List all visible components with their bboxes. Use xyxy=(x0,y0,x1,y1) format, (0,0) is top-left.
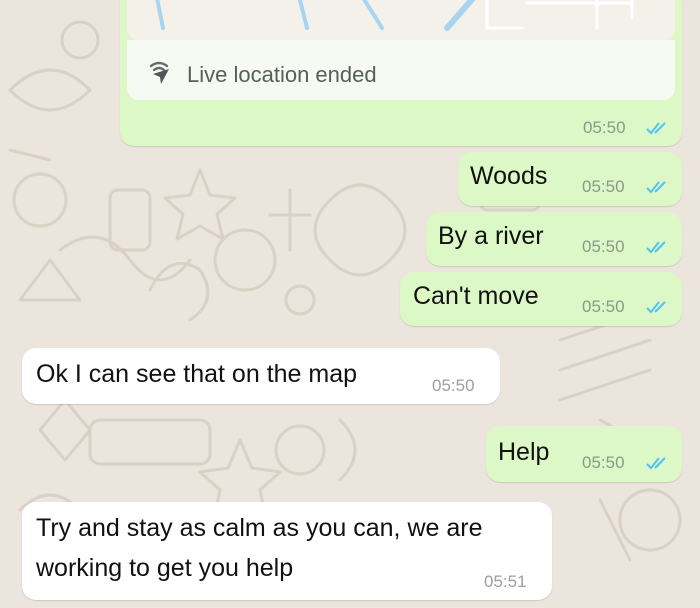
message-time: 05:50 xyxy=(582,453,625,472)
double-check-icon xyxy=(646,301,666,314)
message-time: 05:51 xyxy=(484,572,527,591)
message-text: Ok I can see that on the map xyxy=(36,360,358,388)
message-time: 05:50 xyxy=(432,376,475,395)
outgoing-message[interactable]: By a river 05:50 xyxy=(426,212,682,266)
map-roads xyxy=(155,0,634,31)
live-location-status: Live location ended xyxy=(187,62,377,87)
incoming-message[interactable]: Try and stay as calm as you can, we are … xyxy=(22,502,552,600)
double-check-icon xyxy=(646,181,666,194)
double-check-icon xyxy=(646,457,666,470)
double-check-icon xyxy=(646,122,666,135)
outgoing-message[interactable]: Help 05:50 xyxy=(486,426,682,482)
message-time: 05:50 xyxy=(582,297,625,316)
message-text-line-1: Try and stay as calm as you can, we are xyxy=(36,514,483,542)
outgoing-message[interactable]: Can't move 05:50 xyxy=(400,272,682,326)
incoming-message[interactable]: Ok I can see that on the map 05:50 xyxy=(22,348,500,404)
message-text-line-2: working to get you help xyxy=(36,554,294,582)
live-location-message[interactable]: Live location ended 05:50 xyxy=(120,0,682,146)
outgoing-message[interactable]: Woods 05:50 xyxy=(458,152,682,206)
message-text: Help xyxy=(498,438,550,466)
message-text: By a river xyxy=(438,222,544,250)
live-location-icon xyxy=(149,61,169,84)
message-time: 05:50 xyxy=(582,177,625,196)
location-status-panel: Live location ended xyxy=(127,40,675,100)
message-time: 05:50 xyxy=(583,118,626,137)
message-text: Woods xyxy=(470,162,548,190)
message-text: Can't move xyxy=(413,282,539,310)
double-check-icon xyxy=(646,241,666,254)
message-time: 05:50 xyxy=(582,237,625,256)
location-map-preview[interactable] xyxy=(127,0,675,40)
